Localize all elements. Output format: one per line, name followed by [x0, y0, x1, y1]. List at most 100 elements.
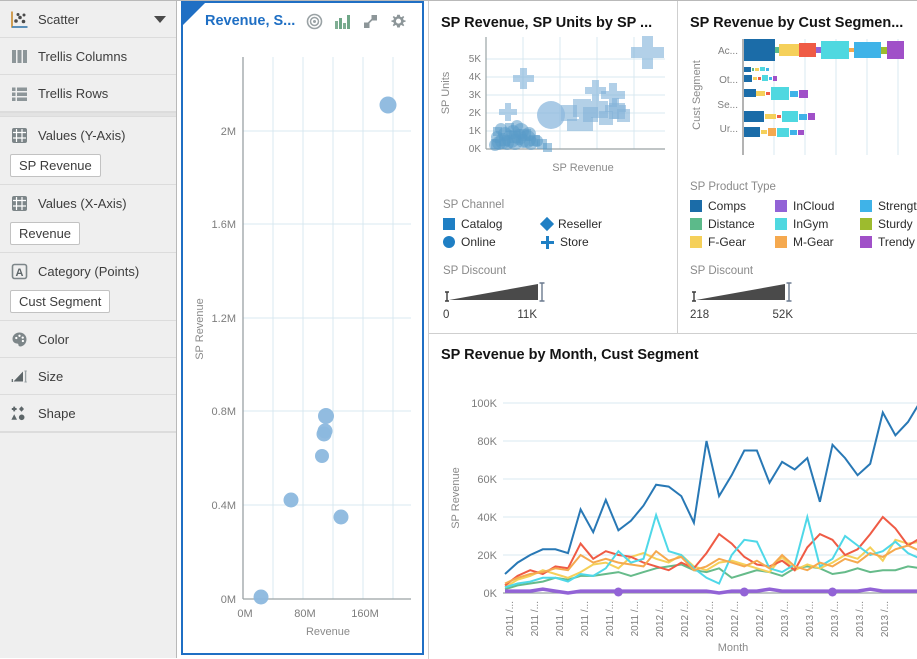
chevron-down-icon[interactable]: [154, 15, 166, 23]
svg-text:2012 /...: 2012 /...: [755, 601, 766, 637]
shelf-field-revenue[interactable]: Revenue: [10, 222, 81, 245]
slider-track[interactable]: [690, 280, 794, 302]
svg-text:4K: 4K: [469, 72, 482, 83]
shelf-header-values-x[interactable]: Values (X-Axis): [0, 185, 176, 222]
sp-discount-slider-right[interactable]: SP Discount 218 52K: [682, 253, 797, 321]
chart-type-label: Scatter: [38, 11, 80, 27]
slider-min-label: 218: [690, 309, 710, 321]
svg-text:80K: 80K: [477, 436, 497, 448]
svg-text:2M: 2M: [221, 126, 236, 138]
color-swatch: [690, 236, 702, 248]
svg-text:1.6M: 1.6M: [212, 219, 236, 231]
svg-text:2011 /...: 2011 /...: [530, 601, 541, 636]
svg-text:80M: 80M: [294, 608, 315, 620]
legend-item-ingym[interactable]: InGym: [775, 217, 850, 231]
revenue-by-month-panel[interactable]: SP Revenue by Month, Cust Segment 0K 20K…: [433, 339, 917, 659]
svg-text:Ur...: Ur...: [720, 124, 738, 135]
legend-label: Distance: [708, 217, 755, 231]
sidebar-item-trellis-columns[interactable]: Trellis Columns: [0, 38, 176, 75]
svg-text:Se...: Se...: [717, 100, 738, 111]
legend-label: Store: [560, 235, 589, 249]
sidebar-item-size[interactable]: Size: [0, 358, 176, 395]
legend-item-trendy[interactable]: Trendy: [860, 235, 917, 249]
legend-item-comps[interactable]: Comps: [690, 199, 765, 213]
sidebar-item-color[interactable]: Color: [0, 321, 176, 358]
line-series-seniors: [505, 587, 917, 595]
svg-text:SP Units: SP Units: [440, 71, 452, 114]
legend-item-distance[interactable]: Distance: [690, 217, 765, 231]
legend-item-online[interactable]: Online: [443, 235, 531, 249]
svg-text:2011 /...: 2011 /...: [555, 601, 566, 636]
legend-item-reseller[interactable]: Reseller: [539, 216, 675, 232]
legend-item-sturdy[interactable]: Sturdy: [860, 217, 917, 231]
plus-marker-icon: [541, 235, 554, 249]
svg-text:Cust Segment: Cust Segment: [691, 60, 703, 130]
slider-title: SP Discount: [690, 265, 754, 277]
shelf-field-sp-revenue[interactable]: SP Revenue: [10, 154, 101, 177]
units-scatter-panel[interactable]: SP Revenue, SP Units by SP ... 0K 1K 2K …: [433, 7, 675, 329]
sidebar-item-label: Trellis Columns: [38, 48, 128, 64]
sp-channel-legend: SP Channel Catalog Reseller Online Store: [433, 191, 675, 249]
svg-text:2011 /...: 2011 /...: [605, 601, 616, 636]
color-swatch: [775, 218, 787, 230]
svg-text:1.2M: 1.2M: [212, 313, 236, 325]
sidebar-item-shape[interactable]: Shape: [0, 395, 176, 432]
bar-row-6: [744, 127, 804, 137]
svg-text:2012 /...: 2012 /...: [730, 601, 741, 637]
svg-text:2011 /...: 2011 /...: [505, 601, 516, 636]
legend-item-catalog[interactable]: Catalog: [443, 217, 531, 231]
slider-max-label: 11K: [517, 309, 537, 321]
svg-text:2012 /...: 2012 /...: [680, 601, 691, 637]
shelf-category-points: A Category (Points) Cust Segment: [0, 253, 176, 321]
segment-bars-panel[interactable]: SP Revenue by Cust Segmen... Ac... Ot...…: [682, 7, 917, 329]
svg-text:SP Revenue: SP Revenue: [450, 467, 462, 529]
svg-text:2011 /...: 2011 /...: [630, 601, 641, 636]
legend-item-m-gear[interactable]: M-Gear: [775, 235, 850, 249]
sp-discount-slider-left[interactable]: SP Discount 0 11K: [433, 253, 545, 321]
legend-item-incloud[interactable]: InCloud: [775, 199, 850, 213]
legend-label: Catalog: [461, 217, 503, 231]
circle-marker-icon: [443, 236, 455, 248]
svg-text:2013 /...: 2013 /...: [830, 601, 841, 637]
svg-text:160M: 160M: [351, 608, 379, 620]
legend-label: Reseller: [558, 217, 603, 231]
shelf-header-category[interactable]: A Category (Points): [0, 253, 176, 290]
svg-text:100K: 100K: [471, 398, 497, 410]
sidebar-item-trellis-rows[interactable]: Trellis Rows: [0, 75, 176, 112]
svg-text:SP Revenue: SP Revenue: [194, 298, 206, 360]
shelf-label: Category (Points): [38, 264, 140, 279]
legend-item-f-gear[interactable]: F-Gear: [690, 235, 765, 249]
main-scatter-chart[interactable]: 0M 0.4M 0.8M 1.2M 1.6M 2M 0M 80M 160M Re…: [183, 39, 422, 651]
shelf-field-cust-segment[interactable]: Cust Segment: [10, 290, 111, 313]
slider-track[interactable]: [443, 280, 547, 302]
shelf-values-y: Values (Y-Axis) SP Revenue: [0, 117, 176, 185]
bar-row-3: [744, 75, 777, 82]
gear-icon[interactable]: [390, 13, 407, 30]
units-scatter-chart[interactable]: 0K 1K 2K 3K 4K 5K SP Units SP Revenue: [433, 31, 673, 191]
svg-text:60K: 60K: [477, 474, 497, 486]
shelf-header-values-y[interactable]: Values (Y-Axis): [0, 117, 176, 154]
selection-corner-marker: [183, 3, 205, 25]
legend-label: F-Gear: [708, 235, 747, 249]
sidebar-item-label: Color: [38, 331, 70, 347]
target-icon[interactable]: [306, 13, 323, 30]
legend-item-store[interactable]: Store: [541, 235, 675, 249]
scatter-panel[interactable]: Revenue, S... 0M 0.4M 0.8M 1.2M 1.6M 2M …: [181, 1, 424, 655]
svg-text:0K: 0K: [484, 588, 498, 600]
svg-text:2K: 2K: [469, 108, 482, 119]
legend-item-strength[interactable]: Strength: [860, 199, 917, 213]
chart-type-selector[interactable]: Scatter: [0, 1, 176, 38]
slider-labels: 0 11K: [443, 309, 543, 321]
grid-icon: [10, 194, 29, 213]
expand-icon[interactable]: [362, 14, 379, 29]
legend-title: SP Product Type: [690, 181, 776, 193]
sidebar-item-label: Trellis Rows: [38, 85, 109, 101]
bar-row-2: [744, 67, 769, 72]
segment-bars-chart[interactable]: Ac... Ot... Se... Ur... Cust Segment: [682, 31, 914, 171]
bar-chart-icon[interactable]: [334, 14, 351, 29]
svg-text:Revenue: Revenue: [306, 626, 350, 638]
shelf-label: Values (Y-Axis): [38, 128, 126, 143]
legend-label: InCloud: [793, 199, 835, 213]
revenue-by-month-chart[interactable]: 0K 20K 40K 60K 80K 100K SP Revenue Month…: [433, 363, 917, 653]
svg-text:0M: 0M: [237, 608, 252, 620]
